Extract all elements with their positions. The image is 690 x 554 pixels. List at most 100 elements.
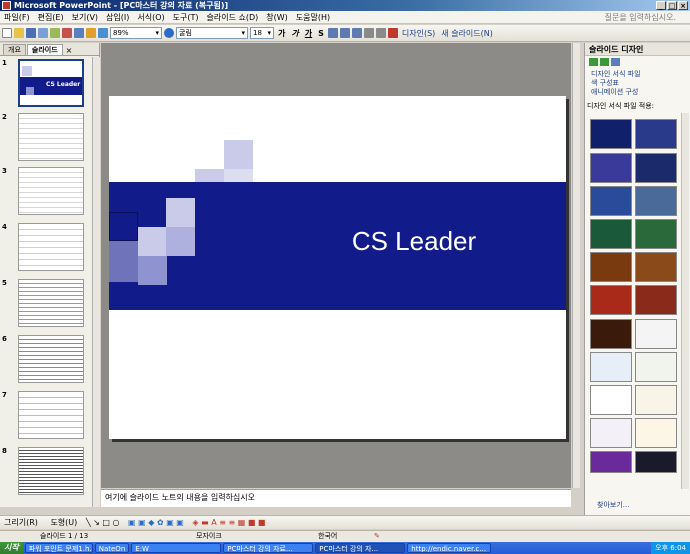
slide-thumbnail-4[interactable] <box>18 223 84 271</box>
chart-icon[interactable] <box>86 28 96 38</box>
autoshapes-menu[interactable]: 도형(U) <box>50 518 77 527</box>
design-template-thumb[interactable] <box>635 319 677 349</box>
link-design-templates[interactable]: 디자인 서식 파일 <box>585 70 690 79</box>
slide-thumbnail-8[interactable] <box>18 447 84 495</box>
menu-slideshow[interactable]: 슬라이드 쇼(D) <box>203 12 263 23</box>
open-icon[interactable] <box>14 28 24 38</box>
align-right-icon[interactable] <box>351 28 362 38</box>
zoom-combo[interactable]: 89% ▾ <box>110 27 162 39</box>
taskbar-item-active[interactable]: PC마스터 강의 자... <box>315 543 406 553</box>
design-template-thumb[interactable] <box>635 219 677 249</box>
design-template-thumb[interactable] <box>635 252 677 282</box>
taskbar-item[interactable]: PC마스터 강의 자료... <box>223 543 314 553</box>
start-button[interactable]: 시작 <box>0 542 23 554</box>
close-pane-icon[interactable]: × <box>66 46 73 55</box>
current-slide[interactable]: CS Leader <box>109 96 566 439</box>
font-color-icon[interactable] <box>387 28 398 38</box>
design-template-thumb[interactable] <box>635 186 677 216</box>
shadow-button[interactable]: S <box>316 29 326 38</box>
help-search-input[interactable]: 질문을 입력하십시오. <box>605 12 676 23</box>
bold-button[interactable]: 가 <box>276 28 287 39</box>
design-template-thumb[interactable] <box>590 219 632 249</box>
slide-thumbnail-3[interactable] <box>18 167 84 215</box>
insert-shapes-icon[interactable]: ▣ ▣ ◆ ✿ ▣ ▣ <box>128 518 184 527</box>
tab-slides[interactable]: 슬라이드 <box>26 44 63 55</box>
design-template-thumb[interactable] <box>635 285 677 315</box>
table-icon[interactable] <box>98 28 108 38</box>
browse-link[interactable]: 찾아보기... <box>591 501 629 510</box>
slide-number: 1 <box>2 59 7 67</box>
save-icon[interactable] <box>26 28 36 38</box>
design-template-thumb[interactable] <box>590 385 632 415</box>
font-combo[interactable]: 굴림 ▾ <box>176 27 248 39</box>
taskbar-item[interactable]: NateOn <box>94 543 130 553</box>
taskbar-item[interactable]: http://endic.naver.c... <box>407 543 492 553</box>
menu-view[interactable]: 보기(V) <box>68 12 102 23</box>
link-animation-schemes[interactable]: 애니메이션 구성 <box>585 88 690 97</box>
design-template-thumb[interactable] <box>635 119 677 149</box>
menu-tools[interactable]: 도구(T) <box>169 12 203 23</box>
taskbar-item[interactable]: E:W <box>131 543 222 553</box>
numbering-icon[interactable] <box>375 28 386 38</box>
line-icon[interactable]: ╲ ↘ □ ○ <box>86 518 120 527</box>
menu-window[interactable]: 창(W) <box>262 12 292 23</box>
maximize-button[interactable]: □ <box>667 1 677 10</box>
cut-icon[interactable] <box>62 28 72 38</box>
link-color-schemes[interactable]: 색 구성표 <box>585 79 690 88</box>
menu-help[interactable]: 도움말(H) <box>292 12 334 23</box>
design-template-thumb[interactable] <box>590 352 632 382</box>
italic-button[interactable]: 가 <box>289 28 300 39</box>
design-template-thumb[interactable] <box>590 252 632 282</box>
design-template-thumb[interactable] <box>590 319 632 349</box>
design-template-thumb[interactable] <box>635 451 677 473</box>
slide-thumbnail-2[interactable] <box>18 113 84 161</box>
new-slide-button[interactable]: 새 슬라이드(N) <box>439 28 495 39</box>
slide-thumbnail-6[interactable] <box>18 335 84 383</box>
design-template-thumb[interactable] <box>590 119 632 149</box>
window-titlebar[interactable]: Microsoft PowerPoint - [PC마스터 강의 자료 (복구됨… <box>0 0 690 11</box>
taskpane-scrollbar[interactable] <box>681 113 689 489</box>
slide-thumbnail-5[interactable] <box>18 279 84 327</box>
slide-title[interactable]: CS Leader <box>309 226 519 257</box>
align-center-icon[interactable] <box>339 28 350 38</box>
help-icon[interactable] <box>164 28 174 38</box>
design-template-thumb[interactable] <box>590 186 632 216</box>
slide-scrollbar[interactable] <box>572 43 580 488</box>
draw-menu[interactable]: 그리기(R) <box>4 518 38 527</box>
home-icon[interactable] <box>611 58 620 66</box>
font-size-combo[interactable]: 18 ▾ <box>250 27 274 39</box>
design-button[interactable]: 디자인(S) <box>400 28 437 39</box>
menu-insert[interactable]: 삽입(I) <box>102 12 133 23</box>
design-template-thumb[interactable] <box>635 418 677 448</box>
align-left-icon[interactable] <box>327 28 338 38</box>
underline-button[interactable]: 가 <box>303 28 314 39</box>
design-template-thumb[interactable] <box>590 153 632 183</box>
menu-format[interactable]: 서식(O) <box>133 12 168 23</box>
fill-color-icon[interactable]: ◈ ▬ A ≡ ≡ ▦ ■ ■ <box>192 518 265 527</box>
bullets-icon[interactable] <box>363 28 374 38</box>
menu-edit[interactable]: 편집(E) <box>34 12 68 23</box>
tab-outline[interactable]: 개요 <box>3 44 26 55</box>
minimize-button[interactable]: _ <box>656 1 666 10</box>
close-button[interactable]: × <box>678 1 688 10</box>
notes-field[interactable]: 여기에 슬라이드 노트의 내용을 입력하십시오 <box>101 489 571 507</box>
forward-icon[interactable] <box>600 58 609 66</box>
menu-file[interactable]: 파일(F) <box>0 12 34 23</box>
slide-thumbnail-7[interactable] <box>18 391 84 439</box>
design-template-thumb[interactable] <box>635 153 677 183</box>
slide-thumbnail-1[interactable]: CS Leader <box>18 59 84 107</box>
design-template-thumb[interactable] <box>590 285 632 315</box>
back-icon[interactable] <box>589 58 598 66</box>
taskbar-item[interactable]: 파워 포인트 문제1.h... <box>24 543 93 553</box>
print-icon[interactable] <box>38 28 48 38</box>
slides-pane-scrollbar[interactable] <box>92 57 100 507</box>
system-clock[interactable]: 오후 6:04 <box>651 542 690 554</box>
spellcheck-icon[interactable] <box>50 28 60 38</box>
design-template-thumb[interactable] <box>635 385 677 415</box>
design-template-thumb[interactable] <box>590 451 632 473</box>
new-icon[interactable] <box>2 28 12 38</box>
undo-icon[interactable] <box>74 28 84 38</box>
slides-pane: 개요 슬라이드 × 1 CS Leader 2 3 4 5 6 7 8 <box>0 43 100 507</box>
design-template-thumb[interactable] <box>635 352 677 382</box>
design-template-thumb[interactable] <box>590 418 632 448</box>
